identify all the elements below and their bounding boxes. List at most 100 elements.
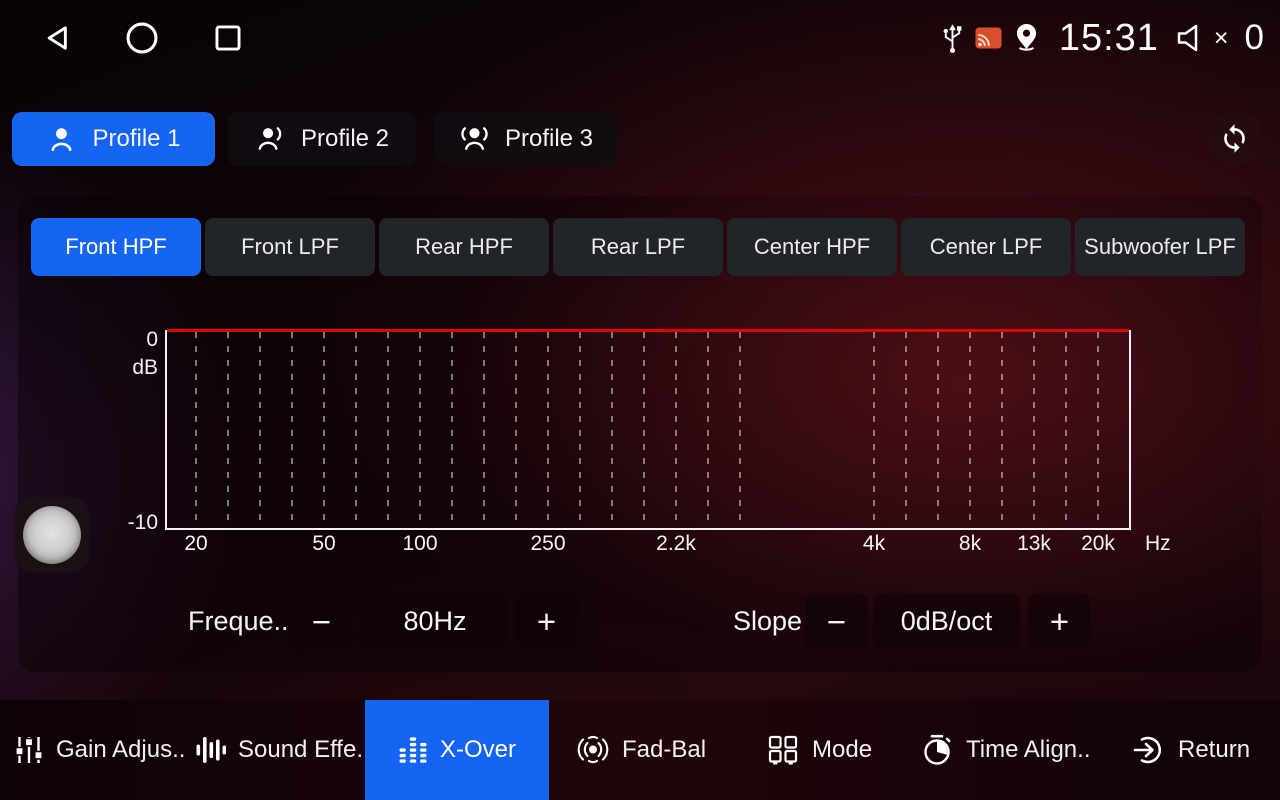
mute-x-symbol: × bbox=[1214, 24, 1229, 53]
profile-2-button[interactable]: Profile 2 bbox=[228, 112, 416, 166]
tab-label: Front LPF bbox=[241, 234, 339, 260]
person-broadcast-icon bbox=[459, 124, 490, 155]
x-tick-label: 20k bbox=[1081, 532, 1115, 556]
mixer-sliders-icon bbox=[14, 735, 44, 765]
nav-time-align[interactable]: Time Align.. bbox=[920, 700, 1091, 800]
x-tick-label: 2.2k bbox=[656, 532, 696, 556]
tab-label: Subwoofer LPF bbox=[1084, 234, 1236, 260]
gridline bbox=[547, 332, 549, 528]
cast-icon bbox=[975, 27, 1002, 50]
frequency-minus-button[interactable]: − bbox=[290, 593, 353, 649]
home-button[interactable] bbox=[124, 20, 160, 56]
gridline bbox=[1097, 332, 1099, 528]
gridline bbox=[387, 332, 389, 528]
nav-sound-effect[interactable]: Sound Effe.. bbox=[196, 700, 370, 800]
nav-label: Gain Adjus.. bbox=[56, 736, 185, 764]
nav-label: Return bbox=[1178, 736, 1250, 764]
tab-label: Center LPF bbox=[930, 234, 1043, 260]
gridline bbox=[227, 332, 229, 528]
return-arrow-icon bbox=[1132, 733, 1166, 767]
gridline bbox=[675, 332, 677, 528]
nav-label: Mode bbox=[812, 736, 872, 764]
plus-icon: + bbox=[1050, 605, 1069, 638]
person-icon bbox=[46, 124, 77, 155]
gridline bbox=[579, 332, 581, 528]
nav-label: Time Align.. bbox=[966, 736, 1091, 764]
tab-label: Front HPF bbox=[65, 234, 166, 260]
recents-button[interactable] bbox=[210, 20, 246, 56]
y-axis-unit: dB bbox=[132, 356, 158, 380]
x-axis-unit: Hz bbox=[1145, 532, 1171, 556]
grid-squares-icon bbox=[766, 733, 800, 767]
frequency-label: Freque.. bbox=[188, 593, 289, 649]
gridline bbox=[419, 332, 421, 528]
gridline bbox=[1001, 332, 1003, 528]
gridline bbox=[515, 332, 517, 528]
tab-label: Rear HPF bbox=[415, 234, 513, 260]
waveform-bars-icon bbox=[196, 735, 226, 765]
gridline bbox=[739, 332, 741, 528]
nav-gain-adjust[interactable]: Gain Adjus.. bbox=[14, 700, 185, 800]
frequency-value: 80Hz bbox=[362, 593, 508, 649]
floating-knob-button[interactable] bbox=[14, 497, 89, 572]
profile-label: Profile 3 bbox=[505, 125, 593, 153]
tab-front-lpf[interactable]: Front LPF bbox=[205, 218, 375, 276]
tab-label: Center HPF bbox=[754, 234, 870, 260]
profile-3-button[interactable]: Profile 3 bbox=[434, 112, 618, 166]
x-tick-label: 13k bbox=[1017, 532, 1051, 556]
gridline bbox=[355, 332, 357, 528]
status-bar: 15:31 × 0 bbox=[0, 0, 1280, 76]
knob-icon bbox=[23, 506, 81, 564]
frequency-response-chart: 0 dB -10 20501002502.2k4k8k13k20k Hz bbox=[165, 330, 1131, 530]
gridline bbox=[1033, 332, 1035, 528]
stopwatch-icon bbox=[920, 733, 954, 767]
gridline bbox=[643, 332, 645, 528]
gridline bbox=[611, 332, 613, 528]
volume-muted-icon bbox=[1176, 23, 1202, 53]
slope-minus-button[interactable]: − bbox=[805, 593, 868, 649]
tab-subwoofer-lpf[interactable]: Subwoofer LPF bbox=[1075, 218, 1245, 276]
y-axis-bottom-label: -10 bbox=[128, 511, 158, 535]
tab-label: Rear LPF bbox=[591, 234, 685, 260]
tab-rear-hpf[interactable]: Rear HPF bbox=[379, 218, 549, 276]
gridline bbox=[451, 332, 453, 528]
tab-front-hpf[interactable]: Front HPF bbox=[31, 218, 201, 276]
frequency-plus-button[interactable]: + bbox=[515, 593, 578, 649]
gridline bbox=[1065, 332, 1067, 528]
sync-icon bbox=[1219, 123, 1250, 154]
plus-icon: + bbox=[537, 605, 556, 638]
status-indicators: 15:31 × 0 bbox=[941, 0, 1264, 76]
gridline bbox=[291, 332, 293, 528]
balance-waves-icon bbox=[576, 733, 610, 767]
x-tick-label: 4k bbox=[863, 532, 885, 556]
profile-1-button[interactable]: Profile 1 bbox=[12, 112, 215, 166]
bottom-nav-bar: Gain Adjus.. Sound Effe.. bbox=[0, 700, 1280, 800]
x-tick-label: 250 bbox=[530, 532, 565, 556]
nav-fad-bal[interactable]: Fad-Bal bbox=[576, 700, 706, 800]
gridline bbox=[483, 332, 485, 528]
minus-icon: − bbox=[312, 605, 331, 638]
usb-icon bbox=[941, 22, 964, 55]
nav-x-over[interactable]: X-Over bbox=[365, 700, 549, 800]
reset-profile-button[interactable] bbox=[1207, 111, 1262, 166]
location-icon bbox=[1013, 23, 1040, 54]
minus-icon: − bbox=[827, 605, 846, 638]
gridline bbox=[937, 332, 939, 528]
slope-plus-button[interactable]: + bbox=[1028, 593, 1091, 649]
tab-center-lpf[interactable]: Center LPF bbox=[901, 218, 1071, 276]
nav-label: Sound Effe.. bbox=[238, 736, 370, 764]
android-nav-buttons bbox=[38, 0, 246, 76]
back-button[interactable] bbox=[38, 20, 74, 56]
tab-center-hpf[interactable]: Center HPF bbox=[727, 218, 897, 276]
equalizer-columns-icon bbox=[398, 735, 428, 765]
tab-rear-lpf[interactable]: Rear LPF bbox=[553, 218, 723, 276]
profile-label: Profile 1 bbox=[92, 125, 180, 153]
profile-label: Profile 2 bbox=[301, 125, 389, 153]
nav-label: Fad-Bal bbox=[622, 736, 706, 764]
nav-return[interactable]: Return bbox=[1132, 700, 1250, 800]
nav-label: X-Over bbox=[440, 736, 516, 764]
gridline bbox=[905, 332, 907, 528]
x-tick-label: 20 bbox=[184, 532, 207, 556]
nav-mode[interactable]: Mode bbox=[766, 700, 872, 800]
slope-label: Slope bbox=[733, 593, 802, 649]
